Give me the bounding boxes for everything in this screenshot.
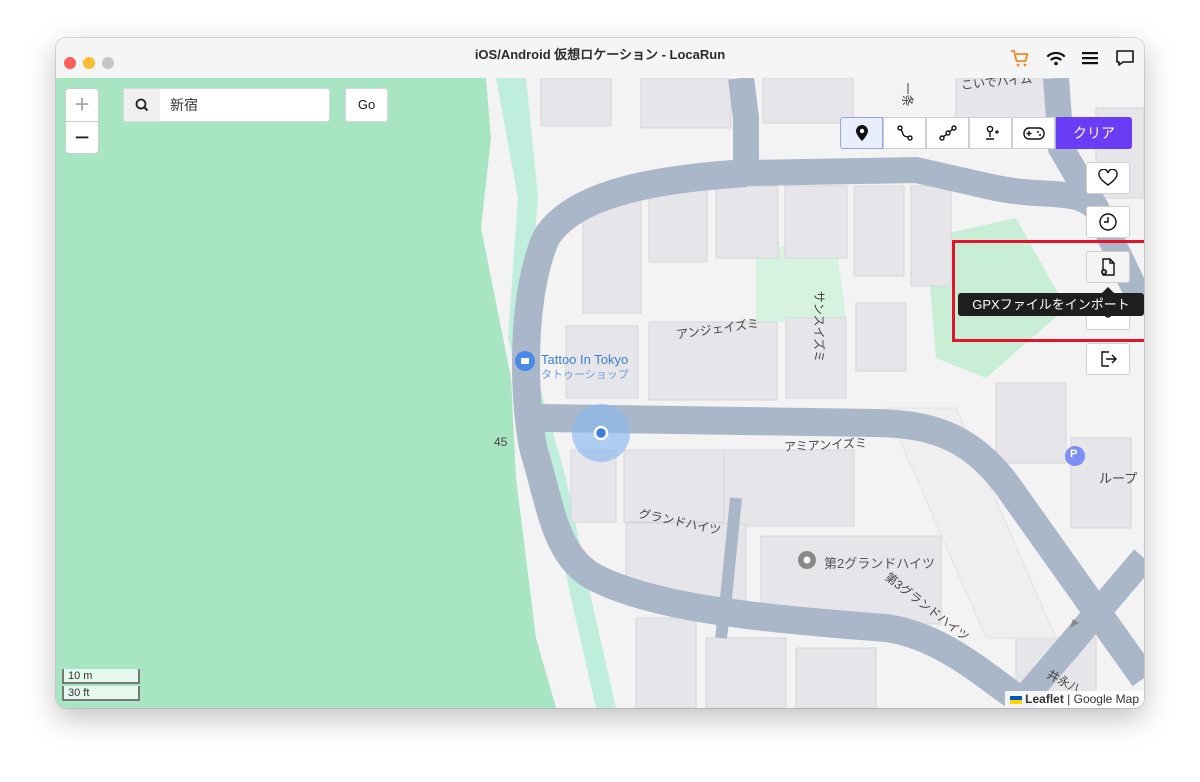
search-box [123,88,330,122]
map-tiles [56,78,1144,708]
app-window: iOS/Android 仮想ロケーション - LocaRun Tattoo In… [56,38,1144,708]
provider-label[interactable]: Google Map [1074,692,1139,706]
map-attribution: Leaflet | Google Map [1005,691,1144,708]
search-input[interactable] [168,93,322,117]
search-icon[interactable] [124,89,160,121]
ukraine-flag-icon [1010,696,1023,704]
map-view[interactable]: Tattoo In Tokyo タトゥーショップ 45 アンジェイズミ サンスイ… [56,78,1144,708]
building-label: ループ [1099,471,1138,486]
multi-route-icon [938,125,957,141]
gamepad-mode-button[interactable] [1012,117,1055,149]
menu-icon[interactable] [1079,47,1101,69]
history-button[interactable] [1086,206,1130,238]
route-icon [896,125,913,141]
attribution-separator: | [1063,692,1074,706]
highlight-box [952,240,1144,342]
go-button[interactable]: Go [345,88,388,122]
building-label: サンスイズミ [812,290,827,363]
poi-category-label: タトゥーショップ [541,369,629,381]
wifi-icon[interactable] [1045,47,1067,69]
joystick-mode-button[interactable] [969,117,1012,149]
teleport-mode-button[interactable] [840,117,883,149]
poi-label[interactable]: Tattoo In Tokyo [541,352,628,367]
joystick-icon [985,125,999,140]
scale-imperial: 30 ft [62,686,140,701]
gamepad-icon [1022,127,1045,140]
zoom-out-button[interactable]: − [66,122,98,154]
chat-icon[interactable] [1114,47,1136,69]
building-label: 第2グランドハイツ [824,556,935,571]
title-bar: iOS/Android 仮想ロケーション - LocaRun [56,38,1144,79]
parking-icon[interactable]: P [1070,448,1077,460]
heart-icon [1098,169,1118,186]
building-label: 一条 [900,82,915,107]
export-button[interactable] [1086,343,1130,375]
cart-icon[interactable] [1009,47,1031,69]
zoom-control: + − [65,88,99,154]
multi-spot-mode-button[interactable] [926,117,969,149]
zoom-in-button[interactable]: + [66,89,98,122]
export-icon [1101,351,1117,367]
history-icon [1099,213,1117,231]
two-spot-mode-button[interactable] [883,117,926,149]
leaflet-link[interactable]: Leaflet [1025,692,1064,706]
road-number-label: 45 [494,435,508,449]
scale-metric: 10 m [62,669,140,684]
window-title: iOS/Android 仮想ロケーション - LocaRun [474,47,726,62]
favorites-button[interactable] [1086,162,1130,194]
pin-icon [855,125,868,141]
clear-button[interactable]: クリア [1056,117,1132,149]
